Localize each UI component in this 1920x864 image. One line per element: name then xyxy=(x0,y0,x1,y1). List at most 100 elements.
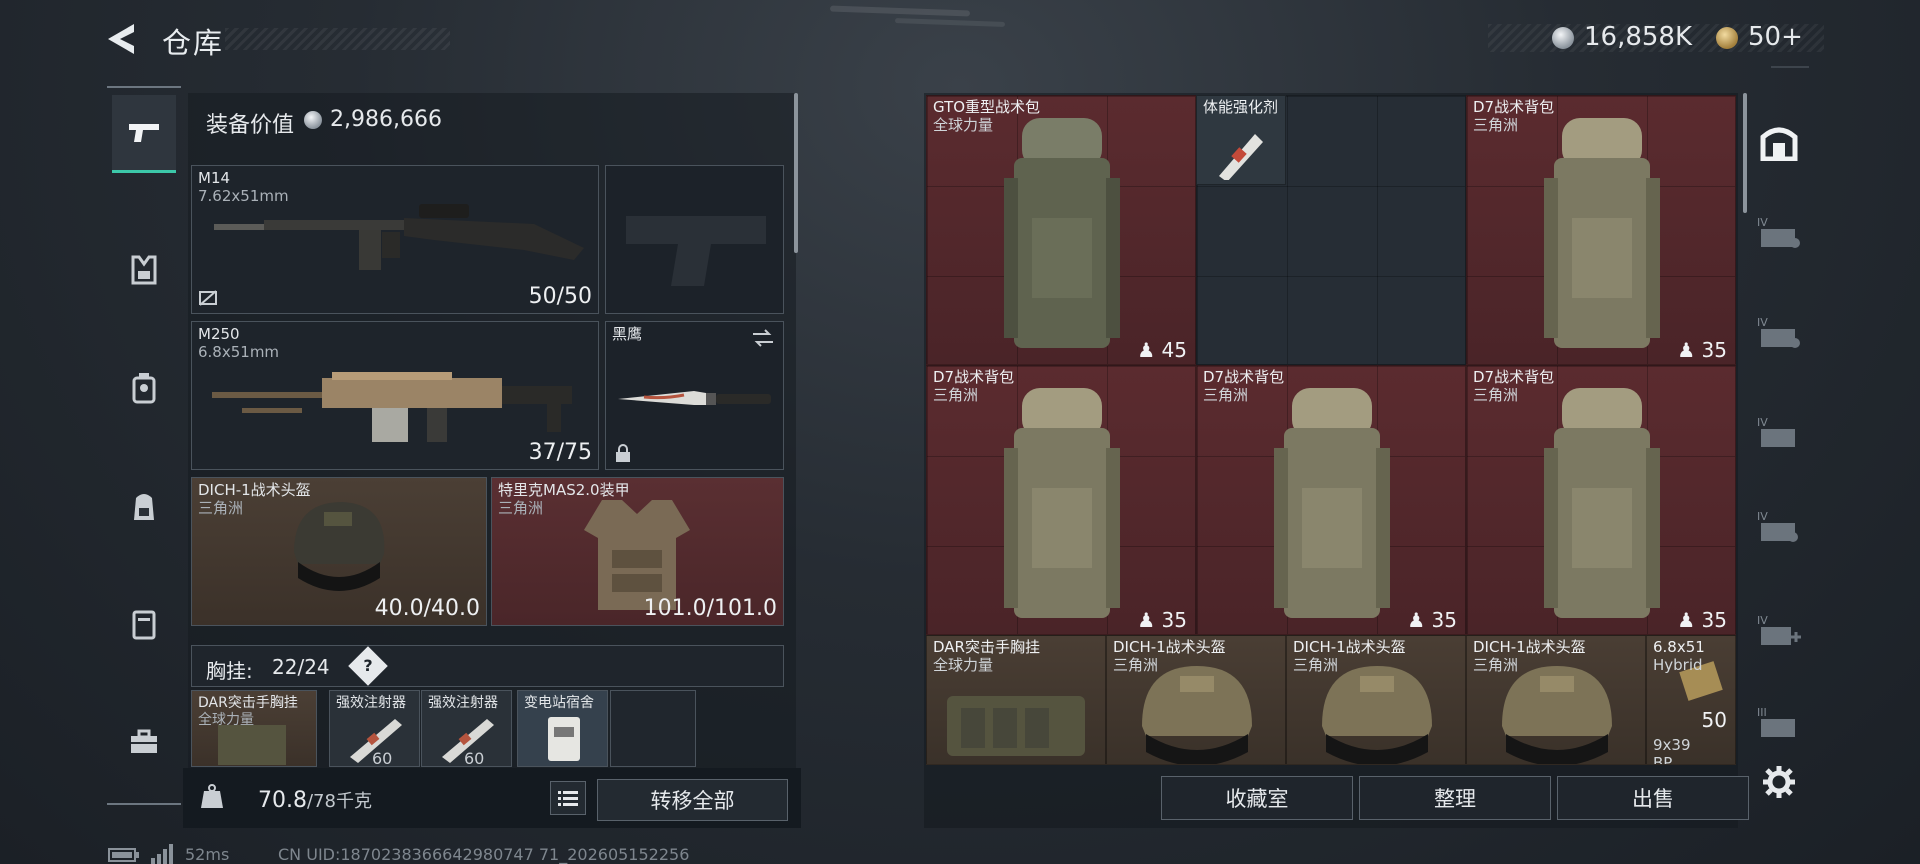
primary-weapon-slot[interactable]: M14 7.62x51mm 50/50 xyxy=(191,165,599,314)
rail-tab-pouch[interactable] xyxy=(112,585,176,663)
list-icon xyxy=(558,791,578,806)
svg-text:IV: IV xyxy=(1757,510,1768,523)
rail-tab-weapons[interactable] xyxy=(112,95,176,173)
armor-slot[interactable]: 特里克MAS2.0装甲 三角洲 101.0/101.0 xyxy=(491,477,784,626)
tier-iii-container-icon: III xyxy=(1757,706,1795,737)
tier-iv-container-icon: IV xyxy=(1757,316,1800,348)
melee-name: 黑鹰 xyxy=(612,325,643,343)
settings-button[interactable] xyxy=(1756,759,1802,805)
rail-tab-backpack[interactable] xyxy=(112,467,176,545)
tier-iv-add-container-icon: IV xyxy=(1757,614,1801,645)
rig-item-slot[interactable]: 变电站宿舍 xyxy=(517,690,608,767)
stash-item[interactable]: DICH-1战术头盔 三角洲 xyxy=(1286,635,1466,765)
stash-item[interactable]: 6.8x51 Hybrid 50 9x39 BP xyxy=(1646,635,1736,765)
list-view-button[interactable] xyxy=(550,781,586,815)
helmet-slot[interactable]: DICH-1战术头盔 三角洲 40.0/40.0 xyxy=(191,477,487,626)
container-tab-add[interactable]: IV xyxy=(1756,607,1802,653)
background-glare xyxy=(829,5,971,17)
background-glare xyxy=(894,18,1006,27)
silver-coin-icon xyxy=(304,111,322,129)
tier-iv-container-icon: IV xyxy=(1757,216,1800,248)
stash-item[interactable]: DAR突击手胸挂 全球力量 xyxy=(926,635,1106,765)
stash-item[interactable]: D7战术背包 三角洲 ♟ 35 xyxy=(1196,365,1466,635)
loadout-scrollbar[interactable] xyxy=(794,93,798,253)
item-name: GTO重型战术包 xyxy=(933,98,1041,116)
rig-item-name: 强效注射器 xyxy=(336,695,406,711)
chest-rig-capacity: 22/24 xyxy=(272,655,330,679)
item-sublabel: 全球力量 xyxy=(933,656,994,674)
rig-item-slot[interactable]: 强效注射器 60 xyxy=(421,690,512,767)
container-tab-safehouse[interactable] xyxy=(1756,119,1802,165)
item-sublabel: 三角洲 xyxy=(933,386,979,404)
item-sublabel: 三角洲 xyxy=(1113,656,1159,674)
rail-tab-helmet[interactable] xyxy=(112,349,176,427)
stash-item[interactable]: DICH-1战术头盔 三角洲 xyxy=(1466,635,1646,765)
battery-icon xyxy=(108,848,139,862)
rifle-image xyxy=(214,204,584,270)
stash-item[interactable]: D7战术背包 三角洲 ♟ 35 xyxy=(1466,365,1736,635)
item-sublabel: 三角洲 xyxy=(1473,656,1519,674)
rig-item-slot[interactable]: 强效注射器 60 xyxy=(329,690,420,767)
item-sublabel: 三角洲 xyxy=(1203,386,1249,404)
rail-tab-rig[interactable] xyxy=(112,231,176,309)
backpack-image xyxy=(1544,118,1660,348)
rig-item-count: 60 xyxy=(372,749,393,767)
stash-item[interactable]: DICH-1战术头盔 三角洲 xyxy=(1106,635,1286,765)
pouch-icon xyxy=(132,610,156,640)
backpack-image xyxy=(1544,388,1660,618)
help-icon[interactable]: ? xyxy=(348,646,388,686)
current-weight: 70.8 xyxy=(258,788,307,813)
backpack-image xyxy=(1004,388,1120,618)
melee-slot[interactable]: 黑鹰 xyxy=(605,321,784,470)
rig-item-count: 60 xyxy=(464,749,485,767)
lock-icon xyxy=(616,444,630,462)
item-capacity: ♟ 35 xyxy=(1677,338,1727,362)
knife-image xyxy=(618,391,771,405)
collection-room-button[interactable]: 收藏室 xyxy=(1161,776,1353,820)
svg-text:III: III xyxy=(1757,706,1767,719)
sort-button[interactable]: 整理 xyxy=(1359,776,1551,820)
weight-value: 70.8/78千克 xyxy=(258,787,372,813)
swap-icon[interactable] xyxy=(751,328,775,348)
helmet-durability: 40.0/40.0 xyxy=(374,596,480,621)
svg-text:IV: IV xyxy=(1757,316,1768,329)
container-tab-5[interactable]: III xyxy=(1756,699,1802,745)
container-tab-1[interactable]: IV xyxy=(1756,209,1802,255)
item-name: DAR突击手胸挂 xyxy=(933,638,1040,656)
sell-button[interactable]: 出售 xyxy=(1557,776,1749,820)
stash-item[interactable]: D7战术背包 三角洲 ♟ 35 xyxy=(1466,95,1736,365)
settings-gear-icon xyxy=(1763,766,1795,798)
item-capacity: ♟ 35 xyxy=(1677,608,1727,632)
item-name: DICH-1战术头盔 xyxy=(1473,638,1586,656)
transfer-all-button[interactable]: 转移全部 xyxy=(597,779,788,821)
item-capacity: ♟ 35 xyxy=(1137,608,1187,632)
item-sublabel: Hybrid xyxy=(1653,656,1703,674)
container-tab-4[interactable]: IV xyxy=(1756,503,1802,549)
back-arrow-icon[interactable] xyxy=(104,22,140,56)
no-mod-icon xyxy=(199,290,217,306)
stash-item[interactable]: D7战术背包 三角洲 ♟ 35 xyxy=(926,365,1196,635)
secondary-weapon-name: M250 xyxy=(198,325,240,343)
stash-scrollbar[interactable] xyxy=(1743,93,1747,213)
page-title: 仓库 xyxy=(162,26,225,60)
ping-value: 52ms xyxy=(185,845,230,864)
rig-item-slot[interactable]: DAR突击手胸挂 全球力量 xyxy=(191,690,317,767)
rig-item-slot-empty[interactable] xyxy=(610,690,696,767)
container-tab-3[interactable]: IV xyxy=(1756,409,1802,455)
equip-value: 2,986,666 xyxy=(330,107,442,132)
primary-weapon-ammo: 50/50 xyxy=(528,284,592,309)
item-name: D7战术背包 xyxy=(1203,368,1285,386)
rig-item-name: DAR突击手胸挂 xyxy=(198,695,298,711)
armor-durability: 101.0/101.0 xyxy=(643,596,777,621)
rig-item-name: 变电站宿舍 xyxy=(524,695,594,711)
stash-item[interactable]: 体能强化剂 xyxy=(1196,95,1286,185)
secondary-weapon-slot[interactable]: M250 6.8x51mm 37/75 xyxy=(191,321,599,470)
container-tab-2[interactable]: IV xyxy=(1756,309,1802,355)
chest-rig-label: 胸挂: xyxy=(206,659,253,683)
tier-iv-container-icon: IV xyxy=(1757,510,1798,542)
stash-item[interactable]: GTO重型战术包 全球力量 ♟ 45 xyxy=(926,95,1196,365)
rail-divider xyxy=(1771,66,1809,68)
gold-currency-amount[interactable]: 50+ xyxy=(1748,22,1803,52)
rail-tab-case[interactable] xyxy=(112,703,176,781)
pistol-slot-empty[interactable] xyxy=(605,165,784,314)
